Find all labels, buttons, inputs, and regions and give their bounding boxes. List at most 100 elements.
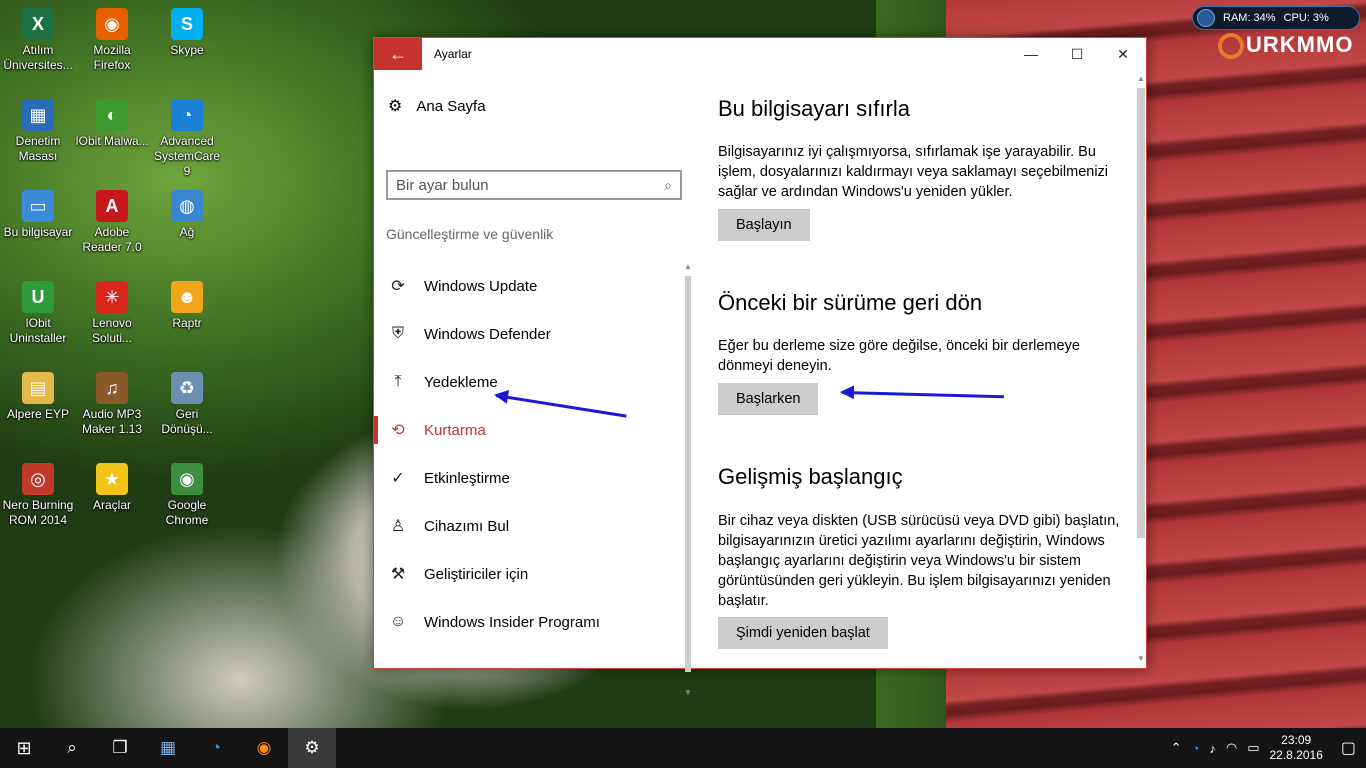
chrome-icon: ◉ [171, 463, 203, 495]
right-scrollbar[interactable]: ▲ ▼ [1134, 74, 1146, 668]
search-button[interactable]: ⌕ [48, 728, 96, 768]
left-scrollbar[interactable]: ▲ ▼ [682, 262, 692, 702]
desktop-icon[interactable]: ♫ Audio MP3 Maker 1.13 [74, 372, 150, 437]
desktop-icon[interactable]: ★ Araçlar [74, 463, 150, 513]
nav-item-cihaz-m-bul[interactable]: ♙ Cihazımı Bul [374, 502, 680, 550]
control-panel-icon: ▦ [159, 738, 177, 757]
desktop-icon[interactable]: ▭ Bu bilgisayar [0, 190, 76, 240]
brand-logo-icon [1218, 33, 1244, 60]
systemcare-tray-icon[interactable]: ◔ [1191, 741, 1199, 756]
start-button[interactable]: ⊞ [0, 728, 48, 768]
desktop-icon-label: Geri Dönüşü... [161, 407, 213, 436]
desktop-icon[interactable]: X Atılım Üniversites... [0, 8, 76, 73]
taskbar-control-panel[interactable]: ▦ [144, 728, 192, 768]
volume-icon[interactable]: ♪ [1209, 741, 1216, 756]
nav-item-geli-tiriciler-i-in[interactable]: ⚒ Geliştiriciler için [374, 550, 680, 598]
rollback-start-button[interactable]: Başlarken [718, 383, 819, 415]
desktop-icon-label: Skype [170, 43, 204, 57]
desktop-icon-label: Raptr [172, 316, 202, 330]
desktop-icon[interactable]: A Adobe Reader 7.0 [74, 190, 150, 255]
computer-icon: ▭ [22, 190, 54, 222]
monitor-icon [1197, 9, 1215, 27]
task-view-button[interactable]: ❐ [96, 728, 144, 768]
skype-icon: S [171, 8, 203, 40]
reset-start-button[interactable]: Başlayın [718, 209, 810, 241]
star-icon: ★ [96, 463, 128, 495]
system-tray: ⌃ ◔ ♪ ◠ ▭ 23:09 22.8.2016 ▢ [1171, 728, 1366, 768]
nav-item-label: Windows Insider Programı [424, 613, 600, 631]
desktop-icon-label: Advanced SystemCare 9 [153, 134, 221, 178]
desktop-icon[interactable]: ◔ Advanced SystemCare 9 [149, 99, 225, 179]
system-monitor-widget[interactable]: RAM: 34% CPU: 3% [1192, 6, 1360, 30]
advanced-systemcare-icon: ◔ [210, 738, 222, 757]
search-input[interactable]: Bir ayar bulun ⌕ [386, 170, 682, 200]
network-icon: ◍ [171, 190, 203, 222]
desktop-icon-label: Alpere EYP [6, 407, 70, 421]
desktop-icon[interactable]: S Skype [149, 8, 225, 58]
history-icon: ⟲ [391, 422, 405, 439]
minimize-button[interactable]: — [1008, 38, 1054, 70]
control-panel-icon: ▦ [22, 99, 54, 131]
desktop-icon-label: Audio MP3 Maker 1.13 [81, 407, 143, 436]
desktop-icon[interactable]: U IObit Uninstaller [0, 281, 76, 346]
backup-arrow-icon: ⤒ [394, 373, 402, 390]
restart-now-button[interactable]: Şimdi yeniden başlat [718, 617, 888, 649]
desktop-icon-label: Araçlar [92, 498, 131, 512]
folder-icon: ▤ [22, 372, 54, 404]
nav-item-label: Kurtarma [424, 421, 486, 439]
maximize-button[interactable]: ☐ [1054, 38, 1100, 70]
desktop-icon-label: Ağ [179, 225, 195, 239]
nav-item-etkinle-tirme[interactable]: ✓ Etkinleştirme [374, 454, 680, 502]
keyboard-icon[interactable]: ▭ [1247, 740, 1259, 756]
advanced-heading: Gelişmiş başlangıç [718, 464, 903, 489]
nav-item-kurtarma[interactable]: ⟲ Kurtarma [374, 406, 680, 454]
find-device-icon: ♙ [390, 518, 406, 535]
clock[interactable]: 23:09 22.8.2016 [1269, 733, 1322, 763]
right-pane: Bu bilgisayarı sıfırla Bilgisayarınız iy… [718, 70, 1128, 668]
back-button[interactable]: ← [374, 38, 422, 70]
desktop-icon-label: Atılım Üniversites... [3, 43, 73, 72]
recycle-bin-icon: ♻ [171, 372, 203, 404]
desktop-icon[interactable]: ☻ Raptr [149, 281, 225, 331]
brand-watermark: URKMMO [1218, 32, 1353, 60]
desktop-icon[interactable]: ◉ Google Chrome [149, 463, 225, 528]
chevron-up-icon[interactable]: ⌃ [1171, 740, 1182, 756]
taskbar-settings[interactable]: ⚙ [288, 728, 336, 768]
taskbar-firefox[interactable]: ◉ [240, 728, 288, 768]
desktop-icon[interactable]: ◍ Ağ [149, 190, 225, 240]
desktop-icon[interactable]: ▤ Alpere EYP [0, 372, 76, 422]
notifications-icon[interactable]: ▢ [1341, 738, 1356, 758]
right-scrollbar-thumb[interactable] [1137, 88, 1145, 538]
reset-description: Bilgisayarınız iyi çalışmıyorsa, sıfırla… [718, 144, 1109, 200]
left-scrollbar-thumb[interactable] [685, 276, 691, 672]
nav-item-windows-defender[interactable]: ⛨ Windows Defender [374, 310, 680, 358]
nav-item-windows-insider-program-[interactable]: ☺ Windows Insider Programı [374, 598, 680, 646]
rollback-heading: Önceki bir sürüme geri dön [718, 290, 983, 315]
taskbar-advanced-systemcare[interactable]: ◔ [192, 728, 240, 768]
nav-item-windows-update[interactable]: ⟳ Windows Update [374, 262, 680, 310]
clock-date: 22.8.2016 [1269, 748, 1323, 762]
taskbar: ⊞ ⌕ ❐ ▦ ◔ ◉ ⚙ ⌃ ◔ ♪ ◠ ▭ 23:09 22.8.2016 … [0, 728, 1366, 768]
iobit-uninstaller-icon: U [22, 281, 54, 313]
desktop-icon[interactable]: ▦ Denetim Masası [0, 99, 76, 164]
desktop-icon[interactable]: ◐ IObit Malwa... [74, 99, 150, 149]
nav-item-label: Windows Defender [424, 325, 551, 343]
title-bar: ← Ayarlar — ☐ ✕ [374, 38, 1146, 70]
advanced-systemcare-icon: ◔ [171, 99, 203, 131]
wifi-icon[interactable]: ◠ [1226, 740, 1237, 756]
desktop-icon-label: Mozilla Firefox [93, 43, 131, 72]
settings-window: ← Ayarlar — ☐ ✕ ⚙ Ana Sayfa Bir ayar bul… [373, 37, 1147, 697]
check-circle-icon: ✓ [391, 470, 405, 487]
desktop-icon[interactable]: ◉ Mozilla Firefox [74, 8, 150, 73]
close-button[interactable]: ✕ [1100, 38, 1146, 70]
desktop-icon[interactable]: ✳ Lenovo Soluti... [74, 281, 150, 346]
desktop-icon[interactable]: ◎ Nero Burning ROM 2014 [0, 463, 76, 528]
nav-item-label: Cihazımı Bul [424, 517, 510, 535]
home-link[interactable]: ⚙ Ana Sayfa [388, 96, 486, 116]
refresh-icon: ⟳ [391, 278, 405, 295]
desktop-icon[interactable]: ♻ Geri Dönüşü... [149, 372, 225, 437]
back-arrow-icon: ← [389, 43, 407, 64]
windows-logo-icon: ⊞ [16, 737, 32, 758]
desktop-icon-label: Denetim Masası [15, 134, 61, 163]
section-label: Güncelleştirme ve güvenlik [386, 226, 554, 242]
